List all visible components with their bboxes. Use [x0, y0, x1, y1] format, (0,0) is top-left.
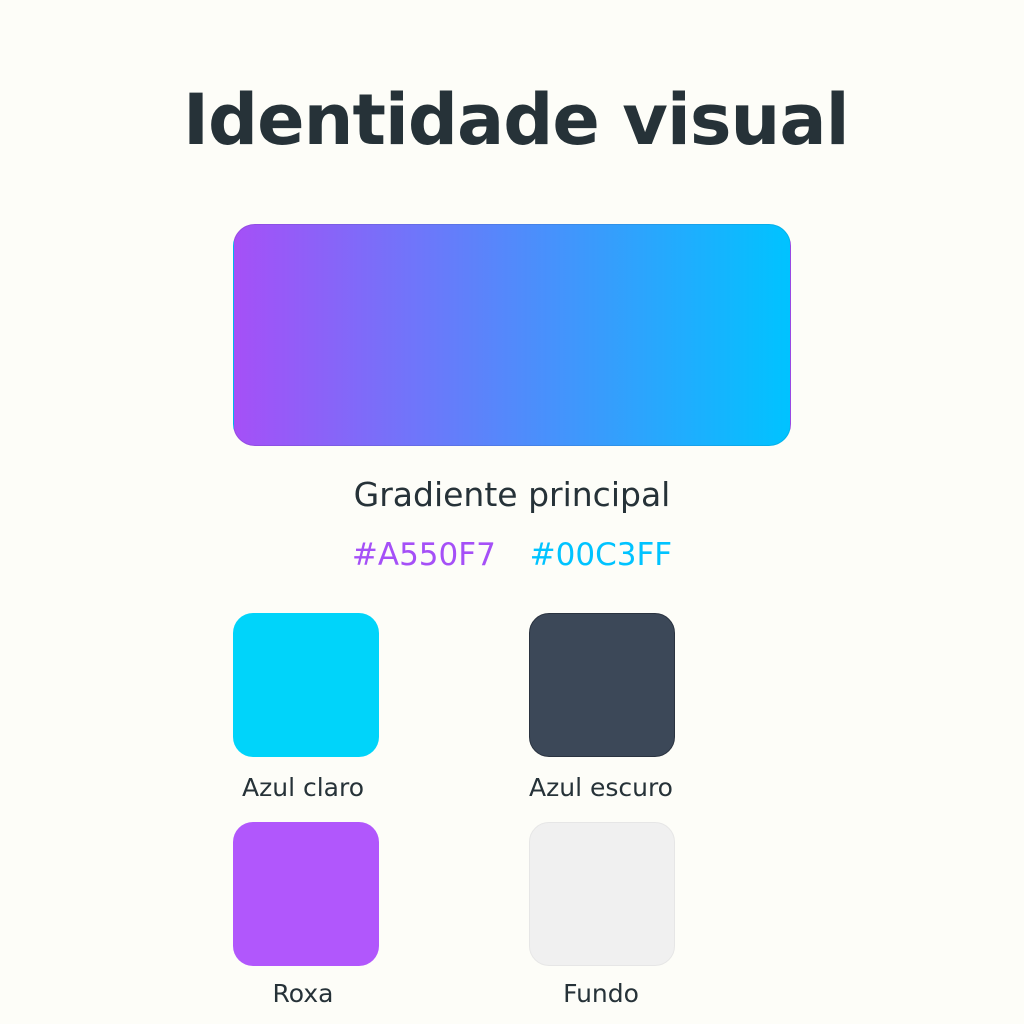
swatch-label-azul-claro: Azul claro — [242, 773, 364, 802]
swatch-roxa — [233, 822, 379, 966]
page-title: Identidade visual — [183, 79, 850, 161]
swatch-label-fundo: Fundo — [563, 979, 639, 1008]
gradient-end-hex: #00C3FF — [529, 537, 673, 573]
gradient-start-hex: #A550F7 — [351, 537, 496, 573]
gradient-hex-codes: #A550F7 #00C3FF — [0, 534, 1024, 576]
swatch-label-roxa: Roxa — [272, 979, 334, 1008]
gradient-label: Gradiente principal — [353, 475, 671, 514]
swatch-label-azul-escuro: Azul escuro — [529, 773, 673, 802]
swatch-azul-escuro — [529, 613, 675, 757]
swatch-azul-claro — [233, 613, 379, 757]
gradient-swatch — [233, 224, 791, 446]
swatch-fundo — [529, 822, 675, 966]
